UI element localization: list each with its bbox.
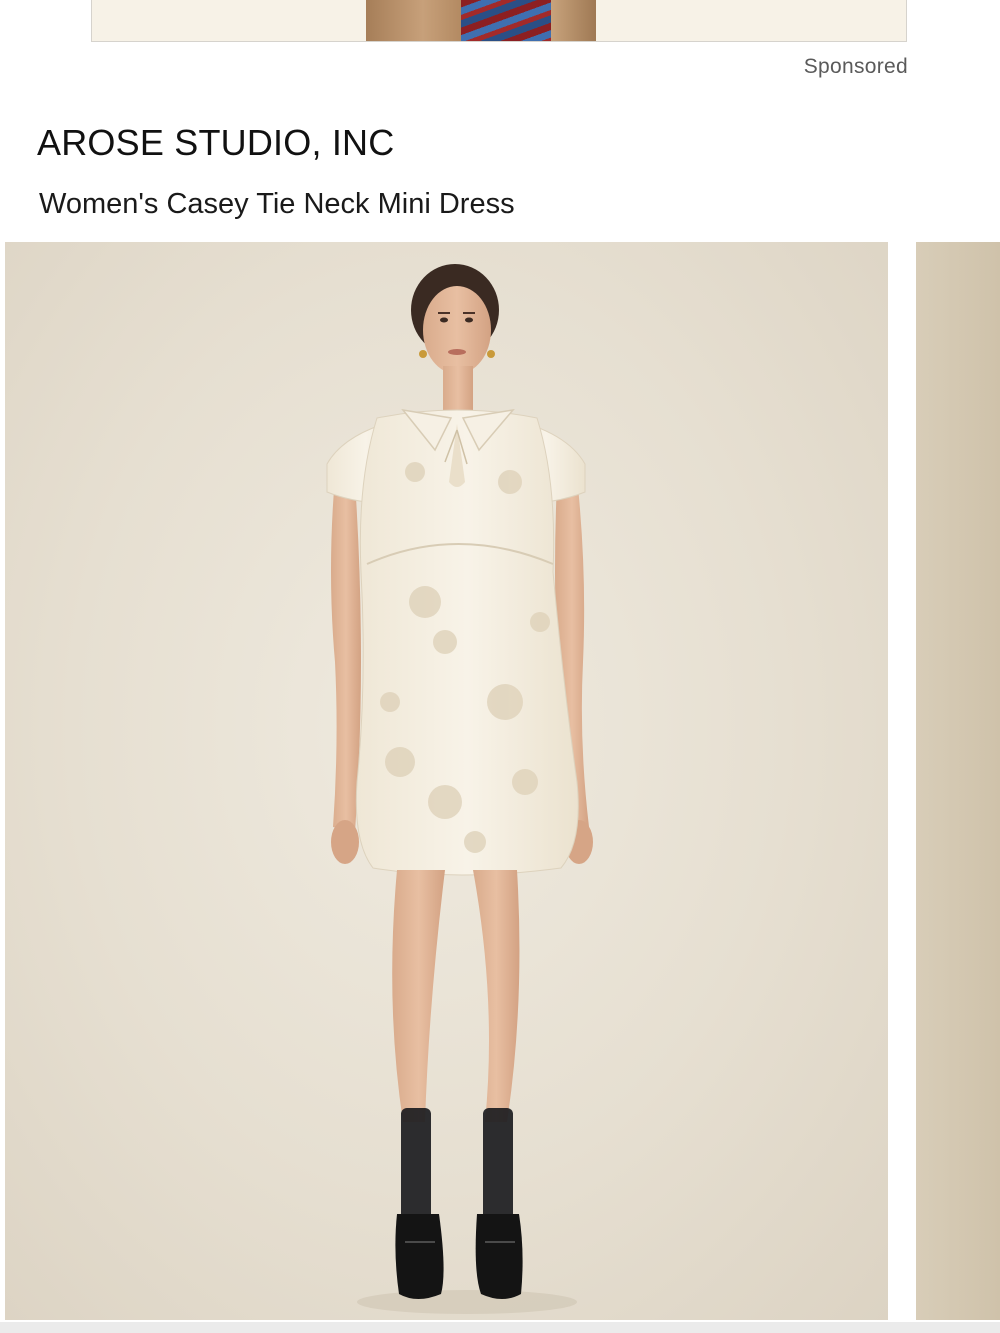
next-product-image-peek[interactable] bbox=[916, 242, 1000, 1320]
ad-image-coat bbox=[366, 0, 461, 41]
brand-name[interactable]: AROSE STUDIO, INC bbox=[37, 122, 394, 164]
product-title: Women's Casey Tie Neck Mini Dress bbox=[39, 188, 515, 220]
product-image[interactable] bbox=[5, 242, 888, 1320]
ad-image[interactable] bbox=[366, 0, 596, 41]
ad-image-coat-right bbox=[551, 0, 596, 41]
sponsored-ad-banner[interactable] bbox=[91, 0, 907, 42]
ad-image-scarf bbox=[461, 0, 551, 41]
sponsored-label: Sponsored bbox=[803, 55, 908, 78]
bottom-divider bbox=[0, 1322, 1000, 1333]
product-model-photo bbox=[326, 264, 593, 1314]
product-image-carousel[interactable] bbox=[0, 242, 1000, 1322]
